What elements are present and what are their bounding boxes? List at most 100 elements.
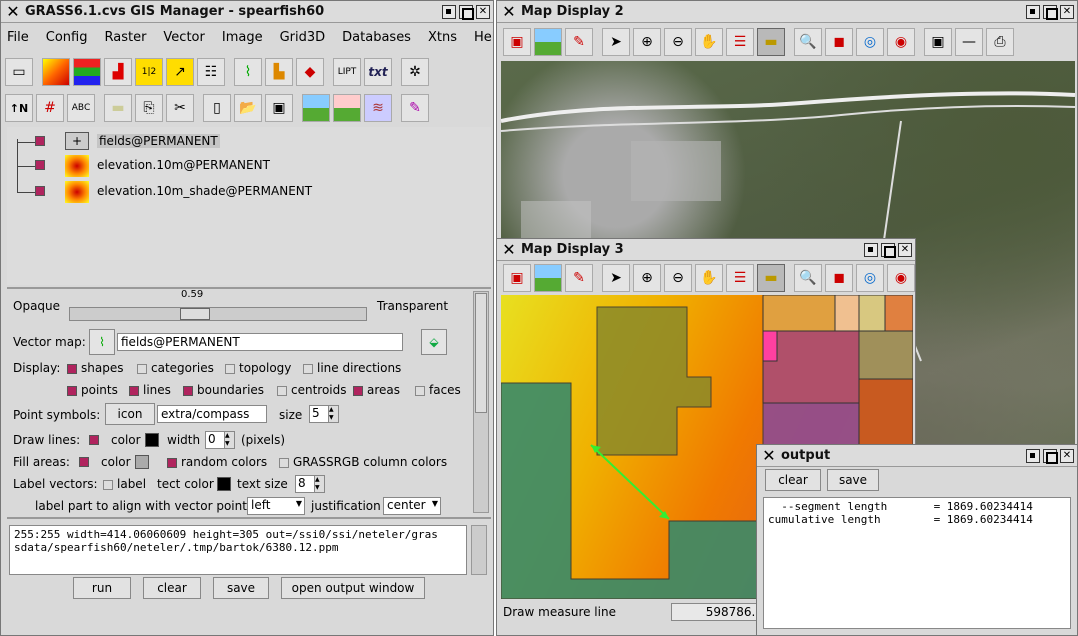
menu-help[interactable]: Help <box>474 30 493 45</box>
menu-databases[interactable]: Databases <box>342 30 411 45</box>
arrows-icon[interactable]: ↗ <box>166 58 194 86</box>
close-icon[interactable]: ✕ <box>476 4 490 19</box>
menu-image[interactable]: Image <box>222 30 263 45</box>
menu-file[interactable]: File <box>7 30 29 45</box>
fly-icon[interactable] <box>333 94 361 122</box>
vector-select-icon[interactable]: ⌇ <box>89 329 115 355</box>
zoom-saved-icon[interactable]: ◉ <box>887 264 915 292</box>
legend-grid-icon[interactable]: 1|2 <box>135 58 163 86</box>
pointer-icon[interactable]: ➤ <box>602 28 630 56</box>
scalebar-icon[interactable]: ABC <box>67 94 95 122</box>
text-size-spinner[interactable]: 8 <box>295 475 325 493</box>
vector-icon[interactable]: ⌇ <box>234 58 262 86</box>
display-shapes[interactable]: shapes <box>65 361 123 375</box>
zoom-default-icon[interactable]: ◎ <box>856 28 884 56</box>
north-arrow-icon[interactable]: ↑N <box>5 94 33 122</box>
output-clear-button[interactable]: clear <box>765 469 821 491</box>
text-color-swatch[interactable] <box>217 477 231 491</box>
grid-icon[interactable]: # <box>36 94 64 122</box>
zoom-default-icon[interactable]: ◎ <box>856 264 884 292</box>
display-points[interactable]: points <box>65 383 118 397</box>
icon-button[interactable]: icon <box>105 403 155 425</box>
map-display-2-titlebar[interactable]: ✕ Map Display 2 ✕ <box>497 1 1077 23</box>
maximize-icon[interactable] <box>1043 448 1058 464</box>
close-icon[interactable]: ✕ <box>1060 448 1074 463</box>
close-icon[interactable]: ✕ <box>1060 4 1074 19</box>
command-output[interactable]: 255:255 width=414.06060609 height=305 ou… <box>9 525 467 575</box>
display-boundaries[interactable]: boundaries <box>181 383 264 397</box>
query-icon[interactable]: ☰ <box>726 264 754 292</box>
nviz-icon[interactable] <box>302 94 330 122</box>
clear-button[interactable]: clear <box>143 577 201 599</box>
map-display-3-titlebar[interactable]: ✕ Map Display 3 ✕ <box>497 239 915 261</box>
output-save-button[interactable]: save <box>827 469 879 491</box>
minimize-icon[interactable] <box>1026 4 1040 19</box>
layer-checkbox[interactable] <box>35 186 45 196</box>
save-image-icon[interactable]: ▣ <box>924 28 952 56</box>
pointer-icon[interactable]: ➤ <box>602 264 630 292</box>
run-button[interactable]: run <box>73 577 131 599</box>
cut-icon[interactable]: ✂ <box>166 94 194 122</box>
zoom-back-icon[interactable]: ◼ <box>825 264 853 292</box>
animate-icon[interactable]: ≋ <box>364 94 392 122</box>
raster-map-icon[interactable] <box>42 58 70 86</box>
erase-icon[interactable]: ✎ <box>565 264 593 292</box>
query-icon[interactable]: ⬙ <box>421 329 447 355</box>
thematic-map-icon[interactable]: ◆ <box>296 58 324 86</box>
pane-divider[interactable] <box>7 517 491 519</box>
random-colors[interactable]: random colors <box>165 455 267 469</box>
fill-color-swatch[interactable] <box>135 455 149 469</box>
gear-icon[interactable]: ✲ <box>401 58 429 86</box>
minimize-icon[interactable] <box>1026 448 1040 463</box>
print-icon[interactable]: ⎙ <box>986 28 1014 56</box>
erase-icon[interactable]: ✎ <box>565 28 593 56</box>
query-icon[interactable]: ☰ <box>726 28 754 56</box>
output-titlebar[interactable]: ✕ output ✕ <box>757 445 1077 467</box>
zoom-region-icon[interactable]: 🔍 <box>794 28 822 56</box>
justification-select[interactable]: center <box>383 497 441 515</box>
save-button[interactable]: save <box>213 577 269 599</box>
histogram-icon[interactable]: ▟ <box>104 58 132 86</box>
menu-config[interactable]: Config <box>46 30 88 45</box>
thematic-chart-icon[interactable]: ▙ <box>265 58 293 86</box>
menu-raster[interactable]: Raster <box>104 30 146 45</box>
minimize-icon[interactable] <box>442 4 456 19</box>
line-color-swatch[interactable] <box>145 433 159 447</box>
display-topology[interactable]: topology <box>223 361 291 375</box>
zoom-in-icon[interactable]: ⊕ <box>633 264 661 292</box>
text-icon[interactable]: txt <box>364 58 392 86</box>
maximize-icon[interactable] <box>459 4 474 20</box>
display-centroids[interactable]: centroids <box>275 383 347 397</box>
label-icon[interactable]: LIPT <box>333 58 361 86</box>
minimize-icon[interactable] <box>864 242 878 257</box>
zoom-out-icon[interactable]: ⊖ <box>664 28 692 56</box>
zoom-region-icon[interactable]: 🔍 <box>794 264 822 292</box>
layer-row[interactable]: elevation.10m_shade@PERMANENT <box>17 181 317 203</box>
new-group-icon[interactable]: ▬ <box>104 94 132 122</box>
display-faces[interactable]: faces <box>413 383 461 397</box>
close-icon[interactable]: ✕ <box>898 242 912 257</box>
open-output-window-button[interactable]: open output window <box>281 577 425 599</box>
slider-handle[interactable] <box>180 308 210 320</box>
new-file-icon[interactable]: ▯ <box>203 94 231 122</box>
display-all-icon[interactable]: ▣ <box>503 264 531 292</box>
opacity-slider[interactable] <box>69 307 367 321</box>
draw-lines-checkbox[interactable] <box>89 435 99 445</box>
width-spinner[interactable]: 0 <box>205 431 235 449</box>
maximize-icon[interactable] <box>881 242 896 258</box>
gis-manager-titlebar[interactable]: ✕ GRASS6.1.cvs GIS Manager - spearfish60… <box>1 1 493 23</box>
symbol-field[interactable]: extra/compass <box>157 405 267 423</box>
zoom-out-icon[interactable]: ⊖ <box>664 264 692 292</box>
output-text-area[interactable]: --segment length = 1869.60234414 cumulat… <box>763 497 1071 629</box>
label-checkbox[interactable]: label <box>101 477 146 491</box>
display-active-icon[interactable] <box>534 28 562 56</box>
vector-map-field[interactable]: fields@PERMANENT <box>117 333 403 351</box>
display-active-icon[interactable] <box>534 264 562 292</box>
grassrgb-colors[interactable]: GRASSRGB column colors <box>277 455 447 469</box>
open-file-icon[interactable]: 📂 <box>234 94 262 122</box>
zoom-back-icon[interactable]: ◼ <box>825 28 853 56</box>
layer-row[interactable]: + fields@PERMANENT <box>17 131 317 153</box>
layer-checkbox[interactable] <box>35 136 45 146</box>
align-select[interactable]: left <box>247 497 305 515</box>
rgb-layers-icon[interactable] <box>73 58 101 86</box>
